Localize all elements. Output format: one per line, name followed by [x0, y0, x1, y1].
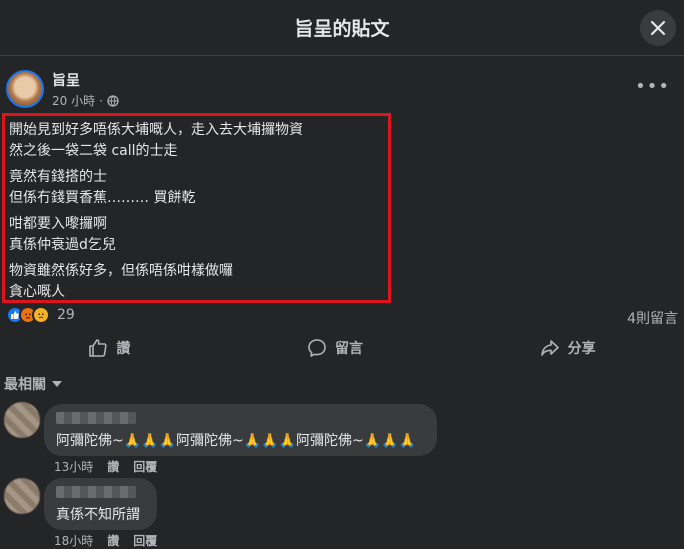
post-line: 咁都要入嚟攞啊 — [9, 216, 107, 232]
comment-button[interactable]: 留言 — [307, 338, 363, 358]
post-line: 真係仲衰過d乞兒 — [9, 236, 116, 253]
comment-actions: 18小時 讚 回覆 — [54, 532, 157, 549]
post-paragraph: 咁都要入嚟攞啊 真係仲衰過d乞兒 — [9, 214, 388, 255]
post-meta: 20 小時 · — [52, 92, 119, 109]
post-paragraph: 物資雖然係好多，但係唔係咁樣做囉 貪心嘅人 — [9, 261, 388, 300]
author-name[interactable]: 旨呈 — [52, 70, 80, 90]
commenter-avatar[interactable] — [4, 402, 40, 438]
comment-time[interactable]: 13小時 — [54, 458, 93, 475]
post-line: 但係冇錢買香蕉……… 買餅乾 — [9, 189, 196, 206]
post-line: 貪心嘅人 — [9, 283, 65, 300]
comment-label: 留言 — [334, 341, 363, 357]
close-button[interactable] — [640, 10, 676, 46]
caret-down-icon — [52, 381, 62, 387]
post-body-highlight: 開始見到好多唔係大埔嘅人，走入去大埔攞物資 然之後一袋二袋 call的士走 竟然… — [2, 113, 391, 303]
comment-bubble: 真係不知所謂 — [44, 478, 157, 530]
post-line: 然之後一袋二袋 call的士走 — [9, 142, 178, 159]
author-avatar[interactable] — [6, 70, 44, 108]
commenter-name-redacted[interactable] — [56, 486, 136, 498]
post-line: 物資雖然係好多，但係唔係咁樣做囉 — [9, 263, 233, 279]
sad-reaction-icon — [32, 306, 50, 324]
more-options-button[interactable]: ••• — [635, 76, 670, 97]
post-paragraph: 開始見到好多唔係大埔嘅人，走入去大埔攞物資 然之後一袋二袋 call的士走 — [9, 120, 388, 161]
reaction-summary[interactable]: 29 — [6, 306, 75, 324]
comment-time[interactable]: 18小時 — [54, 532, 93, 549]
share-label: 分享 — [567, 341, 596, 357]
more-icon: ••• — [635, 76, 670, 97]
post-header: 旨呈 20 小時 · ••• — [6, 70, 678, 110]
comment-reply-button[interactable]: 回覆 — [133, 458, 157, 475]
comment-like-button[interactable]: 讚 — [107, 458, 119, 475]
commenter-name-redacted[interactable] — [56, 412, 136, 424]
dialog-title: 旨呈的貼文 — [294, 18, 390, 40]
post-time[interactable]: 20 小時 — [52, 92, 95, 109]
comment-sort-dropdown[interactable]: 最相關 — [4, 374, 62, 394]
comment-bubble: 阿彌陀佛~🙏🙏🙏阿彌陀佛~🙏🙏🙏阿彌陀佛~🙏🙏🙏 — [44, 404, 437, 456]
comment-text: 阿彌陀佛~🙏🙏🙏阿彌陀佛~🙏🙏🙏阿彌陀佛~🙏🙏🙏 — [56, 433, 417, 449]
meta-separator: · — [99, 93, 103, 108]
comment-icon — [308, 339, 326, 357]
comment-like-button[interactable]: 讚 — [107, 532, 119, 549]
comment-actions: 13小時 讚 回覆 — [54, 458, 157, 475]
globe-icon — [107, 94, 119, 107]
close-icon — [650, 20, 666, 36]
post-paragraph: 竟然有錢搭的士 但係冇錢買香蕉……… 買餅乾 — [9, 167, 388, 208]
share-icon — [540, 340, 559, 356]
sort-label: 最相關 — [4, 377, 46, 393]
commenter-avatar[interactable] — [4, 478, 40, 514]
post-line: 竟然有錢搭的士 — [9, 169, 107, 185]
like-button[interactable]: 讚 — [88, 338, 130, 358]
comment-count-link[interactable]: 4則留言 — [627, 308, 678, 328]
comment-text: 真係不知所謂 — [56, 507, 140, 523]
comment-reply-button[interactable]: 回覆 — [133, 532, 157, 549]
share-button[interactable]: 分享 — [540, 338, 596, 358]
like-label: 讚 — [116, 341, 131, 357]
reaction-count: 29 — [57, 307, 75, 323]
post-actions: 讚 留言 分享 — [0, 332, 684, 364]
dialog-header: 旨呈的貼文 — [0, 0, 684, 56]
thumbs-up-icon — [89, 339, 107, 357]
post-line: 開始見到好多唔係大埔嘅人，走入去大埔攞物資 — [9, 122, 303, 138]
